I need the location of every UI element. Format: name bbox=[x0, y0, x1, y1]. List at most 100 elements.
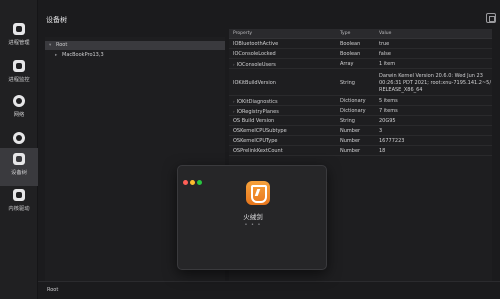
value-line: 7 items bbox=[379, 108, 398, 114]
value-cell: false bbox=[379, 51, 391, 58]
value-line: 5 items bbox=[379, 98, 398, 104]
property-cell: OSPrelinkKextCount bbox=[233, 147, 283, 156]
property-cell: IOKitBuildVersion bbox=[233, 79, 276, 88]
type-cell: Array bbox=[340, 61, 354, 67]
minimize-dot[interactable] bbox=[190, 180, 195, 185]
sidebar-item-4[interactable]: 设备树 bbox=[0, 148, 38, 186]
value-line: 18 bbox=[379, 148, 386, 154]
table-row[interactable]: IOKitBuildVersion String Darwin Kernel Ver… bbox=[229, 70, 492, 96]
sidebar-item-label: 网络 bbox=[13, 112, 25, 118]
sidebar: 进程管理进程监控网络启动项设备树内核驱动 bbox=[0, 0, 38, 299]
expand-caret-icon[interactable]: › bbox=[233, 62, 235, 67]
sidebar-item-2[interactable]: 网络 bbox=[0, 90, 38, 128]
type-cell: Number bbox=[340, 138, 361, 144]
sidebar-item-label: 设备树 bbox=[11, 170, 27, 176]
window-toggle-icon[interactable] bbox=[486, 13, 496, 23]
table-row[interactable]: OSKernelCPUSubtype Number 3 bbox=[229, 127, 492, 136]
sidebar-item-label: 进程管理 bbox=[8, 40, 30, 46]
app-name: 火绒剑 bbox=[243, 213, 263, 221]
value-line: Darwin Kernel Version 20.6.0: Wed Jun 23 bbox=[379, 72, 483, 79]
table-row[interactable]: IOBluetoothActive Boolean true bbox=[229, 40, 492, 49]
kernel-driver-icon bbox=[13, 189, 25, 201]
table-row[interactable]: OSPrelinkKextCount Number 18 bbox=[229, 147, 492, 156]
value-cell: 5 items bbox=[379, 98, 398, 105]
tree-node[interactable]: ▸ MacBookPro13,3 bbox=[45, 51, 225, 60]
splash-dialog: 火绒剑 • • • bbox=[177, 165, 327, 270]
table-row[interactable]: › IOConsoleUsers Array 1 item bbox=[229, 60, 492, 69]
table-row[interactable]: OSKernelCPUType Number 16777223 bbox=[229, 137, 492, 146]
property-name: IOKitDiagnostics bbox=[236, 99, 278, 105]
property-cell: › IOConsoleUsers bbox=[233, 60, 276, 70]
startup-icon bbox=[13, 132, 25, 144]
property-name: OSKernelCPUType bbox=[233, 138, 278, 144]
value-cell: true bbox=[379, 41, 389, 48]
column-header-type[interactable]: Type bbox=[340, 29, 350, 39]
property-cell: › IOKitDiagnostics bbox=[233, 97, 278, 107]
type-cell: Boolean bbox=[340, 51, 361, 57]
type-cell: String bbox=[340, 118, 355, 124]
status-bar: Root bbox=[38, 281, 500, 299]
device-tree-icon bbox=[13, 153, 25, 165]
tree-node[interactable]: ▾ Root bbox=[45, 41, 225, 50]
value-line: 1 item bbox=[379, 61, 396, 67]
network-icon bbox=[13, 95, 25, 107]
value-line: 20G95 bbox=[379, 118, 396, 124]
table-row[interactable]: › IORegistryPlanes Dictionary 7 items bbox=[229, 107, 492, 116]
expand-caret-icon[interactable]: › bbox=[233, 109, 235, 114]
property-name: OSKernelCPUSubtype bbox=[233, 128, 287, 134]
value-line: true bbox=[379, 41, 390, 47]
value-cell: Darwin Kernel Version 20.6.0: Wed Jun 23… bbox=[379, 73, 491, 94]
window-controls bbox=[183, 170, 204, 189]
column-header-property[interactable]: Property bbox=[233, 29, 252, 39]
value-cell: 1 item bbox=[379, 61, 395, 68]
type-cell: Dictionary bbox=[340, 108, 366, 114]
property-name: IOKitBuildVersion bbox=[233, 79, 276, 86]
page-title: 设备树 bbox=[46, 16, 67, 24]
loading-indicator: • • • bbox=[244, 222, 262, 228]
type-cell: String bbox=[340, 79, 355, 86]
value-line: RELEASE_X86_64 bbox=[379, 86, 423, 93]
process-icon bbox=[13, 23, 25, 35]
sidebar-item-1[interactable]: 进程监控 bbox=[0, 55, 38, 93]
expand-caret-icon[interactable]: ▸ bbox=[55, 51, 62, 60]
sidebar-item-label: 内核驱动 bbox=[8, 206, 30, 212]
type-cell: Number bbox=[340, 148, 361, 154]
value-cell: 7 items bbox=[379, 108, 398, 115]
expand-caret-icon[interactable]: › bbox=[233, 99, 235, 104]
sidebar-item-0[interactable]: 进程管理 bbox=[0, 18, 38, 56]
value-cell: 3 bbox=[379, 128, 382, 135]
huorong-shield-icon bbox=[246, 181, 270, 205]
type-cell: Boolean bbox=[340, 41, 361, 47]
sidebar-item-5[interactable]: 内核驱动 bbox=[0, 184, 38, 222]
value-line: 16777223 bbox=[379, 138, 405, 144]
zoom-dot[interactable] bbox=[197, 180, 202, 185]
tree-node-label: Root bbox=[56, 42, 68, 48]
table-header: Property Type Value bbox=[229, 29, 492, 39]
sidebar-item-label: 进程监控 bbox=[8, 77, 30, 83]
property-name: OSPrelinkKextCount bbox=[233, 148, 283, 154]
monitor-icon bbox=[13, 60, 25, 72]
table-row[interactable]: OS Build Version String 20G95 bbox=[229, 117, 492, 126]
property-cell: IOBluetoothActive bbox=[233, 40, 278, 49]
value-line: 00:26:31 PDT 2021; root:xnu-7195.141.2~5… bbox=[379, 79, 492, 86]
property-cell: › IORegistryPlanes bbox=[233, 107, 279, 117]
property-cell: IOConsoleLocked bbox=[233, 50, 276, 59]
property-name: IOBluetoothActive bbox=[233, 41, 279, 47]
table-row[interactable]: IOConsoleLocked Boolean false bbox=[229, 50, 492, 59]
type-cell: Dictionary bbox=[340, 98, 366, 104]
value-cell: 20G95 bbox=[379, 118, 396, 125]
property-name: IOConsoleLocked bbox=[233, 51, 276, 57]
expand-caret-icon[interactable]: ▾ bbox=[49, 41, 56, 50]
close-dot[interactable] bbox=[183, 180, 188, 185]
column-header-value[interactable]: Value bbox=[379, 29, 391, 39]
property-cell: OSKernelCPUSubtype bbox=[233, 127, 287, 136]
property-cell: OSKernelCPUType bbox=[233, 137, 277, 146]
value-line: 3 bbox=[379, 128, 383, 134]
type-cell: Number bbox=[340, 128, 361, 134]
value-line: false bbox=[379, 51, 391, 57]
property-name: OS Build Version bbox=[233, 118, 275, 124]
property-name: IORegistryPlanes bbox=[236, 109, 279, 115]
value-cell: 16777223 bbox=[379, 138, 404, 145]
table-row[interactable]: › IOKitDiagnostics Dictionary 5 items bbox=[229, 97, 492, 106]
status-path: Root bbox=[47, 287, 59, 293]
